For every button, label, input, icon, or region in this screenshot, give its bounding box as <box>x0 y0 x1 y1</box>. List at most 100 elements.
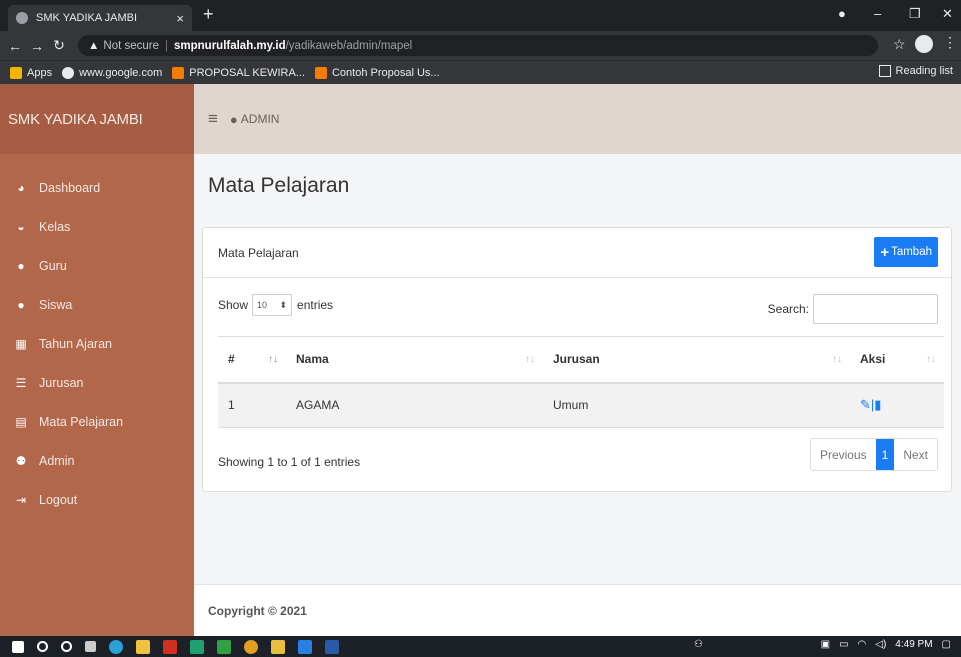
user-menu[interactable]: ● ADMIN <box>230 112 280 127</box>
people-icon[interactable]: ⚇ <box>694 639 703 650</box>
inbox-icon: ◒ <box>17 219 25 234</box>
address-bar[interactable]: ▲ Not secure | smpnurulfalah.my.id /yadi… <box>78 35 878 56</box>
volume-icon[interactable]: ◁) <box>875 639 886 650</box>
browser-tab[interactable]: SMK YADIKA JAMBI × <box>8 5 192 31</box>
column-header-aksi[interactable]: Aksi ↑↓ <box>850 336 944 384</box>
sidebar-item-logout[interactable]: ⇥ Logout <box>0 480 194 519</box>
menu-kebab-icon[interactable]: ⋮ <box>943 34 957 51</box>
app-icon[interactable] <box>163 639 177 654</box>
search-icon[interactable] <box>37 641 48 652</box>
windows-taskbar: ⚇ ▣ ▭ ◠ ◁) 4:49 PM ▢ <box>0 636 961 657</box>
keyboard-icon[interactable]: ▣ <box>821 639 830 650</box>
show-label: Show <box>218 298 249 312</box>
copyright-text: Copyright © 2021 <box>208 603 307 618</box>
brand-title[interactable]: SMK YADIKA JAMBI <box>0 84 194 154</box>
sidebar-item-mata-pelajaran[interactable]: ▤ Mata Pelajaran <box>0 402 194 441</box>
reload-icon[interactable]: ↻ <box>48 37 70 54</box>
bookmark-contoh[interactable]: Contoh Proposal Us... <box>314 66 440 79</box>
plus-icon: + <box>880 243 890 261</box>
reading-list-icon <box>878 65 891 77</box>
restore-icon[interactable]: ❐ <box>909 6 921 22</box>
page-1-button[interactable]: 1 <box>875 439 895 470</box>
sidebar-item-jurusan[interactable]: ☰ Jurusan <box>0 363 194 402</box>
extension-icon[interactable]: ● <box>838 6 846 21</box>
bookmark-apps[interactable]: Apps <box>10 66 52 79</box>
column-header-jurusan[interactable]: Jurusan ↑↓ <box>543 336 850 384</box>
sidebar-item-admin[interactable]: ⚉ Admin <box>0 441 194 480</box>
column-header-number[interactable]: # ↑↓ <box>218 336 286 384</box>
app-icon[interactable] <box>217 639 231 654</box>
minimize-icon[interactable]: – <box>874 6 881 21</box>
page-length-control: Show 10 ⬍ entries <box>218 294 333 316</box>
close-window-icon[interactable]: ✕ <box>942 6 953 22</box>
cortana-icon[interactable] <box>61 641 72 652</box>
column-label: Jurusan <box>553 352 600 367</box>
bookmark-label: www.google.com <box>79 66 163 79</box>
windows-start-icon[interactable] <box>12 640 24 653</box>
back-icon[interactable]: ← <box>4 38 26 54</box>
sidebar-item-siswa[interactable]: ● Siswa <box>0 285 194 324</box>
mail-icon[interactable] <box>190 639 204 654</box>
table-header-row: # ↑↓ Nama ↑↓ Jurusan ↑↓ Aksi ↑↓ <box>218 336 944 384</box>
url-path: /yadikaweb/admin/mapel <box>285 39 413 52</box>
sidebar-item-label: Kelas <box>39 219 71 234</box>
blogger-icon <box>172 66 185 79</box>
bookmark-label: Contoh Proposal Us... <box>331 66 440 79</box>
notification-icon[interactable]: ▢ <box>942 639 951 650</box>
sidebar-item-kelas[interactable]: ◒ Kelas <box>0 207 194 246</box>
sidebar-item-label: Logout <box>39 492 78 507</box>
system-tray: ▣ ▭ ◠ ◁) 4:49 PM ▢ <box>812 639 951 650</box>
sidebar-item-label: Admin <box>39 453 75 468</box>
file-explorer-icon[interactable] <box>271 639 285 654</box>
word-icon[interactable] <box>325 639 339 654</box>
reading-list-button[interactable]: Reading list <box>878 65 953 77</box>
separator: | <box>165 39 168 52</box>
sidebar-item-guru[interactable]: ● Guru <box>0 246 194 285</box>
add-button[interactable]: + Tambah <box>874 237 938 267</box>
sidebar-item-dashboard[interactable]: ◕ Dashboard <box>0 168 194 207</box>
previous-button[interactable]: Previous <box>811 439 876 470</box>
clock[interactable]: 4:49 PM <box>895 639 932 650</box>
url-host: smpnurulfalah.my.id <box>174 39 286 52</box>
battery-icon[interactable]: ▭ <box>839 639 848 650</box>
user-icon: ● <box>17 258 25 273</box>
cell-jurusan: Umum <box>543 382 850 428</box>
profile-avatar[interactable] <box>915 35 933 53</box>
edit-icon[interactable]: ✎ <box>860 397 871 412</box>
user-label: ADMIN <box>240 112 280 126</box>
browser-navbar: ← → ↻ ▲ Not secure | smpnurulfalah.my.id… <box>0 31 961 60</box>
bookmark-star-icon[interactable]: ☆ <box>893 36 906 53</box>
edge-icon[interactable] <box>109 639 123 654</box>
chrome-icon[interactable] <box>244 639 258 654</box>
task-view-icon[interactable] <box>85 641 96 652</box>
security-label: Not secure <box>103 39 159 52</box>
calendar-icon: ▦ <box>15 336 27 351</box>
sort-icon: ↑↓ <box>926 354 936 365</box>
globe-icon <box>16 12 28 24</box>
bookmark-proposal[interactable]: PROPOSAL KEWIRA... <box>172 66 305 79</box>
data-table: # ↑↓ Nama ↑↓ Jurusan ↑↓ Aksi ↑↓ 1 AGAMA Umum… <box>218 336 944 428</box>
app-icon[interactable] <box>298 639 312 654</box>
users-icon: ⚉ <box>15 453 27 468</box>
forward-icon[interactable]: → <box>26 38 48 54</box>
next-button[interactable]: Next <box>894 439 937 470</box>
hamburger-menu-icon[interactable]: ≡ <box>208 109 218 129</box>
sidebar-item-tahun-ajaran[interactable]: ▦ Tahun Ajaran <box>0 324 194 363</box>
new-tab-button[interactable]: + <box>203 4 214 25</box>
bookmarks-bar: Apps www.google.com PROPOSAL KEWIRA... C… <box>0 60 961 84</box>
search-input[interactable] <box>813 294 938 324</box>
sidebar-item-label: Jurusan <box>39 375 84 390</box>
cell-nama: AGAMA <box>286 382 543 428</box>
store-icon[interactable] <box>136 639 150 654</box>
column-header-nama[interactable]: Nama ↑↓ <box>286 336 543 384</box>
cell-number: 1 <box>218 382 286 428</box>
page-length-select[interactable]: 10 ⬍ <box>252 294 293 316</box>
wifi-icon[interactable]: ◠ <box>858 639 867 650</box>
bookmark-google[interactable]: www.google.com <box>62 66 163 79</box>
trash-icon[interactable]: ▮ <box>874 397 881 412</box>
main-content: Mata Pelajaran Mata Pelajaran + Tambah S… <box>194 154 961 584</box>
page-length-value: 10 <box>257 300 268 310</box>
sidebar-menu: ◕ Dashboard ◒ Kelas ● Guru ● Siswa ▦ Tahun Aj… <box>0 154 194 519</box>
apps-grid-icon <box>10 66 22 79</box>
close-tab-icon[interactable]: × <box>176 11 184 26</box>
